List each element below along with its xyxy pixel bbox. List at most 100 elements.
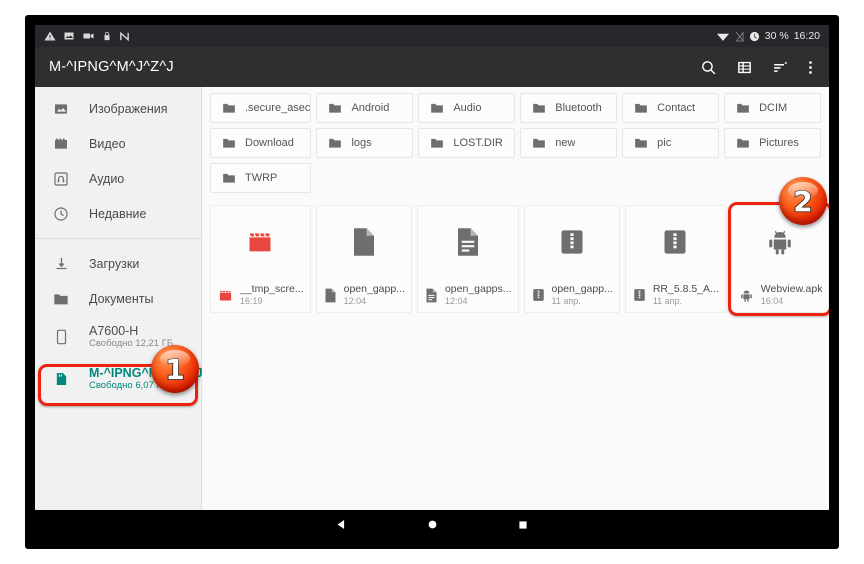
file-thumbnail bbox=[418, 206, 518, 278]
folder-item[interactable]: Download bbox=[210, 128, 312, 158]
folder-item[interactable]: LOST.DIR bbox=[418, 128, 516, 158]
folder-name: Contact bbox=[657, 102, 696, 114]
folder-name: new bbox=[555, 137, 576, 149]
folder-item[interactable]: Bluetooth bbox=[520, 93, 618, 123]
folder-icon bbox=[635, 138, 648, 148]
folder-icon bbox=[223, 103, 235, 113]
file-date: 12:04 bbox=[343, 296, 367, 307]
document-icon bbox=[325, 288, 336, 302]
status-bar-right: 30 % 16:20 bbox=[716, 30, 820, 42]
content-area: Изображения Видео Аудио Недавние Загрузк… bbox=[35, 87, 829, 510]
file-thumbnail bbox=[626, 206, 725, 278]
file-item[interactable]: open_gapp... 11 апр. bbox=[523, 205, 620, 313]
wifi-icon bbox=[716, 33, 729, 41]
file-item[interactable]: open_gapp... 12:04 bbox=[315, 205, 412, 313]
folder-item[interactable]: Contact bbox=[622, 93, 720, 123]
sidebar-item-audio[interactable]: Аудио bbox=[35, 161, 201, 196]
folder-item[interactable]: pic bbox=[622, 128, 720, 158]
movie-clapper-icon bbox=[219, 290, 232, 300]
file-name: open_gapp... bbox=[551, 282, 613, 295]
file-footer: open_gapp... 11 апр. bbox=[525, 278, 619, 312]
file-footer: __tmp_scre... 16:19 bbox=[211, 278, 310, 312]
file-footer: RR_5.8.5_A... 11 апр. bbox=[626, 278, 725, 312]
file-text: open_gapp... 12:04 bbox=[344, 283, 405, 307]
file-item[interactable]: open_gapps... 12:04 bbox=[416, 205, 519, 313]
folder-name: Android bbox=[351, 102, 390, 114]
step-badge-1: 1 bbox=[151, 345, 199, 393]
alarm-clock-icon bbox=[749, 31, 759, 41]
folder-item[interactable]: DCIM bbox=[724, 93, 821, 123]
home-circle-icon[interactable] bbox=[426, 518, 439, 531]
view-list-icon[interactable] bbox=[736, 59, 753, 76]
image-icon bbox=[64, 32, 74, 40]
file-name: open_gapp... bbox=[343, 282, 405, 295]
file-text: __tmp_scre... 16:19 bbox=[240, 283, 304, 307]
overflow-menu-icon[interactable] bbox=[808, 59, 813, 76]
folder-icon bbox=[329, 103, 342, 113]
file-date: 16:19 bbox=[240, 296, 263, 307]
folder-name: pic bbox=[657, 137, 672, 149]
sidebar-item-label: A7600-H bbox=[89, 323, 139, 338]
download-icon bbox=[51, 256, 71, 271]
folder-icon bbox=[533, 103, 546, 113]
folder-name: Pictures bbox=[759, 137, 799, 149]
file-footer: Webview.apk 16:04 bbox=[732, 278, 829, 312]
video-icon bbox=[83, 33, 94, 39]
file-item[interactable]: __tmp_scre... 16:19 bbox=[210, 205, 311, 313]
clock-icon bbox=[51, 206, 71, 222]
folder-icon bbox=[737, 138, 749, 148]
archive-zip-icon bbox=[532, 289, 544, 301]
folder-item[interactable]: Audio bbox=[418, 93, 516, 123]
back-triangle-icon[interactable] bbox=[335, 518, 348, 531]
nfc-n-icon bbox=[120, 31, 129, 41]
file-text: open_gapp... 11 апр. bbox=[552, 283, 613, 307]
folder-item[interactable]: Android bbox=[316, 93, 414, 123]
file-text: RR_5.8.5_A... 11 апр. bbox=[653, 283, 719, 307]
folder-icon bbox=[329, 138, 342, 148]
file-thumbnail bbox=[211, 206, 310, 278]
folder-icon bbox=[223, 173, 235, 183]
folder-name: logs bbox=[351, 137, 372, 149]
file-name: Webview.apk bbox=[760, 282, 823, 295]
folder-item[interactable]: logs bbox=[316, 128, 414, 158]
folder-icon bbox=[431, 138, 444, 148]
folder-icon bbox=[635, 103, 648, 113]
sidebar-item-images[interactable]: Изображения bbox=[35, 91, 201, 126]
sidebar-item-label: Загрузки bbox=[89, 256, 140, 271]
archive-zip-icon bbox=[664, 230, 686, 254]
file-date: 16:04 bbox=[760, 296, 784, 307]
file-date: 12:04 bbox=[444, 296, 468, 307]
file-browser-pane: .secure_asec Android Audio Bluetooth Con… bbox=[202, 87, 829, 510]
file-text: Webview.apk 16:04 bbox=[761, 283, 823, 307]
folder-item[interactable]: Pictures bbox=[724, 128, 821, 158]
android-navigation-bar bbox=[35, 510, 829, 539]
folder-icon bbox=[431, 103, 444, 113]
file-item[interactable]: RR_5.8.5_A... 11 апр. bbox=[624, 205, 726, 313]
folder-name: LOST.DIR bbox=[453, 137, 503, 149]
app-bar-actions bbox=[700, 59, 819, 76]
folder-icon bbox=[223, 138, 235, 148]
sidebar-item-label: Изображения bbox=[89, 101, 168, 116]
search-icon[interactable] bbox=[700, 59, 717, 76]
file-thumbnail bbox=[525, 206, 619, 278]
file-name: RR_5.8.5_A... bbox=[652, 282, 719, 295]
folder-grid: .secure_asec Android Audio Bluetooth Con… bbox=[210, 93, 821, 193]
step-badge-2: 2 bbox=[779, 177, 827, 225]
folder-item[interactable]: new bbox=[520, 128, 618, 158]
sidebar-item-video[interactable]: Видео bbox=[35, 126, 201, 161]
folder-name: Audio bbox=[453, 102, 482, 114]
sidebar-item-downloads[interactable]: Загрузки bbox=[35, 246, 201, 281]
folder-name: DCIM bbox=[759, 102, 788, 114]
folder-name: TWRP bbox=[245, 172, 278, 184]
file-date: 11 апр. bbox=[652, 296, 683, 307]
recents-square-icon[interactable] bbox=[517, 519, 529, 531]
battery-percent-label: 30 % bbox=[764, 30, 789, 42]
sidebar-item-documents[interactable]: Документы bbox=[35, 281, 201, 316]
document-icon bbox=[353, 228, 374, 256]
folder-item[interactable]: TWRP bbox=[210, 163, 312, 193]
file-grid: __tmp_scre... 16:19 open_gapp... 12:04 o… bbox=[210, 202, 829, 316]
folder-item[interactable]: .secure_asec bbox=[210, 93, 312, 123]
sidebar-item-recent[interactable]: Недавние bbox=[35, 196, 201, 231]
sort-icon[interactable] bbox=[772, 59, 789, 76]
status-bar: 30 % 16:20 bbox=[35, 25, 829, 47]
